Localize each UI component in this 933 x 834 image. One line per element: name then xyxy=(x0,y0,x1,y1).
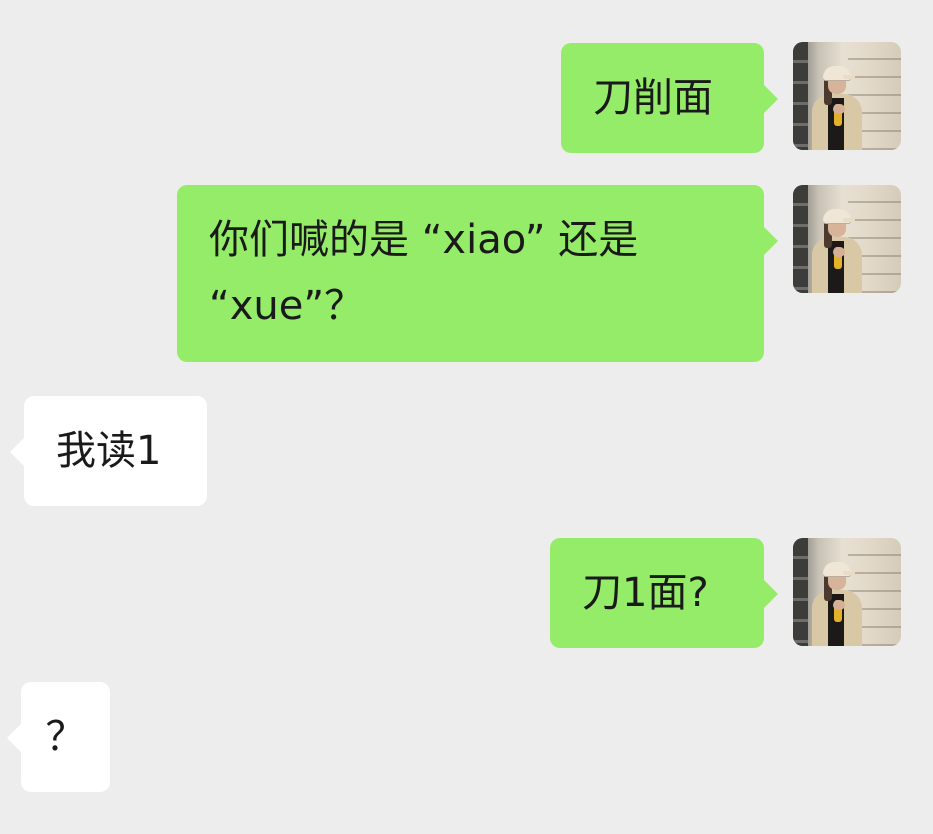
sent-message-bubble[interactable]: 你们喊的是 “xiao” 还是 “xue”？ xyxy=(177,185,778,362)
bubble-tail xyxy=(764,227,778,255)
bubble-tail xyxy=(764,580,778,608)
avatar-photo xyxy=(793,42,808,150)
avatar-photo xyxy=(793,538,808,646)
message-text: 刀1面? xyxy=(582,570,709,616)
user-avatar[interactable] xyxy=(793,42,901,150)
avatar-photo xyxy=(793,185,808,293)
bubble-tail xyxy=(7,724,21,752)
received-message-bubble[interactable]: 我读1 xyxy=(10,396,207,506)
message-text: ？ xyxy=(45,714,86,760)
message-text: 我读1 xyxy=(56,428,162,474)
sent-message-bubble[interactable]: 刀削面 xyxy=(561,43,778,153)
user-avatar[interactable] xyxy=(793,185,901,293)
chat-screen: { "messages": [ { "direction": "sent", "… xyxy=(0,0,933,834)
user-avatar[interactable] xyxy=(793,538,901,646)
bubble-tail xyxy=(764,85,778,113)
message-text: 刀削面 xyxy=(593,75,713,121)
bubble-tail xyxy=(10,438,24,466)
message-text: 你们喊的是 “xiao” 还是 “xue”？ xyxy=(209,217,639,329)
received-message-bubble[interactable]: ？ xyxy=(7,682,110,792)
sent-message-bubble[interactable]: 刀1面? xyxy=(550,538,778,648)
